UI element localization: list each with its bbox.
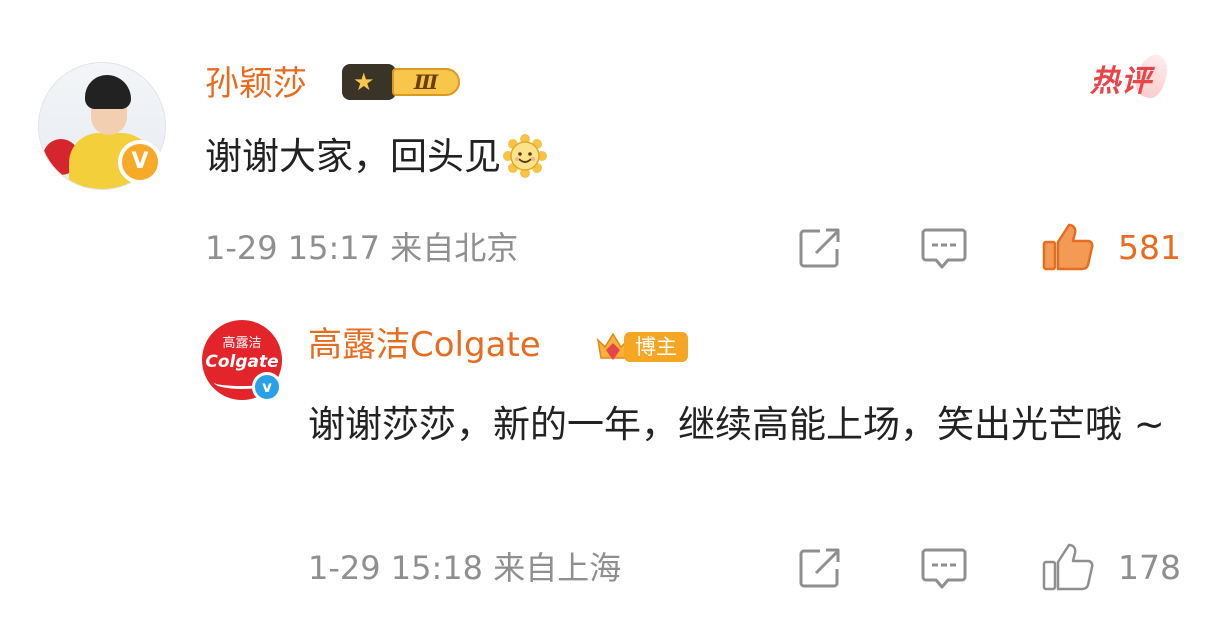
reply-button[interactable]	[920, 227, 968, 271]
comment-text: 谢谢大家，回头见	[205, 132, 547, 182]
blogger-badge-label: 博主	[624, 332, 688, 362]
reply-share-button[interactable]	[798, 547, 842, 589]
share-icon	[799, 548, 840, 588]
comment-meta: 1-29 15:17 来自北京	[205, 224, 518, 272]
reply-location: 来自上海	[493, 549, 622, 587]
like-button[interactable]	[1042, 222, 1094, 272]
share-button[interactable]	[798, 227, 842, 269]
reply-text: 谢谢莎莎，新的一年，继续高能上场，笑出光芒哦 ~	[308, 403, 1165, 446]
hot-comment-badge: 热评	[1090, 50, 1174, 104]
sun-smile-emoji-icon	[503, 133, 547, 178]
colgate-logo-wordmark: Colgate	[205, 352, 279, 372]
like-count: 581	[1118, 228, 1181, 267]
verified-badge-icon: v	[252, 372, 282, 402]
comment-icon	[921, 548, 967, 589]
reply-comment-button[interactable]	[920, 547, 968, 591]
comment-location: 来自北京	[390, 229, 519, 267]
reply-author-name[interactable]: 高露洁Colgate	[308, 322, 541, 368]
blogger-badge[interactable]: 博主	[594, 328, 692, 366]
thumbs-up-icon	[1042, 543, 1094, 591]
verified-badge-icon: V	[118, 140, 162, 184]
reply-meta: 1-29 15:18 来自上海	[308, 544, 621, 592]
reply-like-button[interactable]	[1042, 542, 1094, 592]
reply-timestamp: 1-29 15:18	[308, 549, 484, 587]
member-level-badge[interactable]: ★ Ⅲ	[342, 60, 464, 104]
thumbs-up-icon	[1042, 223, 1094, 271]
comment-icon	[921, 228, 967, 269]
share-icon	[799, 228, 840, 268]
comment-timestamp: 1-29 15:17	[205, 229, 381, 267]
comment-author-name[interactable]: 孙颖莎	[205, 62, 307, 106]
comment-text-body: 谢谢大家，回头见	[205, 135, 501, 178]
colgate-logo-text: 高露洁	[222, 336, 262, 351]
level-badge-label: Ⅲ	[392, 68, 460, 96]
crown-icon: ★	[342, 64, 396, 100]
reply-like-count: 178	[1118, 548, 1181, 587]
hot-comment-label: 热评	[1090, 64, 1152, 99]
